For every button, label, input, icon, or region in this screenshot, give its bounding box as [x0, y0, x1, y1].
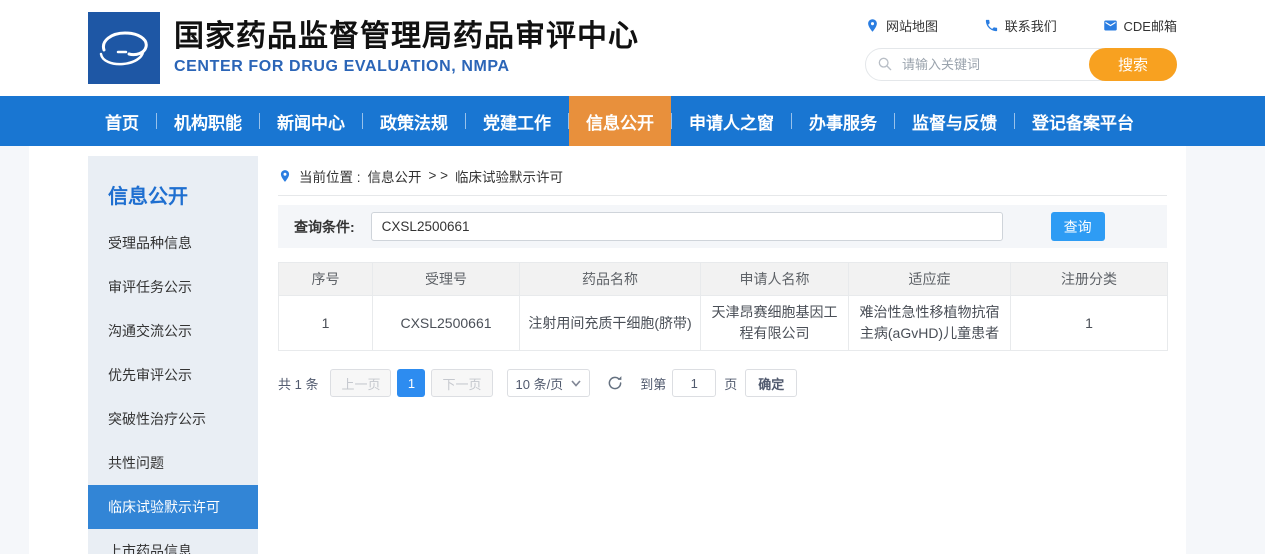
sidebar-item-marketed-drugs[interactable]: 上市药品信息: [88, 529, 258, 554]
sidebar: 信息公开 受理品种信息 审评任务公示 沟通交流公示 优先审评公示 突破性治疗公示…: [88, 156, 258, 554]
nav-item-supervision-feedback[interactable]: 监督与反馈: [895, 96, 1014, 146]
results-table: 序号 受理号 药品名称 申请人名称 适应症 注册分类 1 CXSL2500661…: [278, 262, 1168, 351]
breadcrumb-current: 临床试验默示许可: [455, 166, 563, 186]
chevron-down-icon: [571, 380, 581, 387]
page-number-button[interactable]: 1: [397, 369, 425, 397]
goto-page-label: 到第: [640, 374, 666, 393]
refresh-icon[interactable]: [606, 374, 624, 392]
location-pin-icon: [278, 169, 292, 183]
cell-indication: 难治性急性移植物抗宿主病(aGvHD)儿童患者: [849, 296, 1011, 351]
main-content: 当前位置 : 信息公开 > > 临床试验默示许可 查询条件: 查询 序号 受理号…: [278, 156, 1167, 554]
sidebar-item-review-tasks[interactable]: 审评任务公示: [88, 265, 258, 309]
nav-item-organization[interactable]: 机构职能: [157, 96, 259, 146]
query-label: 查询条件:: [294, 217, 355, 237]
search-icon: [877, 56, 893, 72]
cell-registration-class: 1: [1011, 296, 1168, 351]
header-search-button[interactable]: 搜索: [1089, 48, 1177, 81]
site-title: 国家药品监督管理局药品审评中心: [174, 20, 639, 55]
sitemap-link-label: 网站地图: [886, 16, 938, 35]
quick-links: 网站地图 联系我们 CDE邮箱: [865, 16, 1177, 35]
phone-icon: [984, 18, 999, 33]
col-header-acceptance-no: 受理号: [373, 263, 520, 296]
sitemap-link[interactable]: 网站地图: [865, 16, 938, 35]
cell-acceptance-no: CXSL2500661: [373, 296, 520, 351]
contact-link-label: 联系我们: [1005, 16, 1057, 35]
page-size-select[interactable]: 10 条/页: [507, 369, 591, 397]
col-header-registration-class: 注册分类: [1011, 263, 1168, 296]
page-body: 信息公开 受理品种信息 审评任务公示 沟通交流公示 优先审评公示 突破性治疗公示…: [0, 146, 1265, 554]
cde-logo: [88, 12, 160, 84]
cde-mail-link[interactable]: CDE邮箱: [1103, 16, 1177, 35]
site-header: 国家药品监督管理局药品审评中心 CENTER FOR DRUG EVALUATI…: [0, 0, 1265, 96]
header-right: 网站地图 联系我们 CDE邮箱 搜索: [865, 16, 1177, 81]
brand: 国家药品监督管理局药品审评中心 CENTER FOR DRUG EVALUATI…: [88, 12, 639, 84]
nav-item-services[interactable]: 办事服务: [792, 96, 894, 146]
nav-item-applicant-window[interactable]: 申请人之窗: [672, 96, 791, 146]
sidebar-item-accepted-products[interactable]: 受理品种信息: [88, 221, 258, 265]
breadcrumb: 当前位置 : 信息公开 > > 临床试验默示许可: [278, 156, 1167, 196]
site-subtitle: CENTER FOR DRUG EVALUATION, NMPA: [174, 58, 639, 76]
brand-text: 国家药品监督管理局药品审评中心 CENTER FOR DRUG EVALUATI…: [174, 20, 639, 76]
prev-page-button[interactable]: 上一页: [330, 369, 391, 397]
content-wrap: 信息公开 受理品种信息 审评任务公示 沟通交流公示 优先审评公示 突破性治疗公示…: [29, 146, 1186, 554]
table-row: 1 CXSL2500661 注射用间充质干细胞(脐带) 天津昂赛细胞基因工程有限…: [279, 296, 1168, 351]
pagination: 共 1 条 上一页 1 下一页 10 条/页 到第 页 确定: [278, 369, 1167, 397]
col-header-indication: 适应症: [849, 263, 1011, 296]
sidebar-item-breakthrough-therapy[interactable]: 突破性治疗公示: [88, 397, 258, 441]
sidebar-item-clinical-trial-implied-license[interactable]: 临床试验默示许可: [88, 485, 258, 529]
sidebar-item-common-issues[interactable]: 共性问题: [88, 441, 258, 485]
query-button[interactable]: 查询: [1051, 212, 1105, 241]
page-size-value: 10 条/页: [516, 374, 564, 393]
nav-item-home[interactable]: 首页: [88, 96, 156, 146]
goto-page-suffix: 页: [724, 374, 737, 393]
table-header-row: 序号 受理号 药品名称 申请人名称 适应症 注册分类: [279, 263, 1168, 296]
col-header-seq: 序号: [279, 263, 373, 296]
sidebar-item-priority-review[interactable]: 优先审评公示: [88, 353, 258, 397]
nav-item-info-disclosure[interactable]: 信息公开: [569, 96, 671, 146]
location-pin-icon: [865, 18, 880, 33]
breadcrumb-separator: > >: [429, 168, 449, 183]
col-header-applicant: 申请人名称: [701, 263, 849, 296]
nav-item-policies[interactable]: 政策法规: [363, 96, 465, 146]
breadcrumb-section[interactable]: 信息公开: [368, 166, 422, 186]
nav-item-party-building[interactable]: 党建工作: [466, 96, 568, 146]
nav-item-registration-platform[interactable]: 登记备案平台: [1015, 96, 1151, 146]
cde-mail-link-label: CDE邮箱: [1124, 16, 1177, 35]
goto-confirm-button[interactable]: 确定: [745, 369, 797, 397]
main-nav: 首页 机构职能 新闻中心 政策法规 党建工作 信息公开 申请人之窗 办事服务 监…: [0, 96, 1265, 146]
sidebar-title: 信息公开: [88, 156, 258, 221]
query-panel: 查询条件: 查询: [278, 205, 1167, 248]
sidebar-item-communication[interactable]: 沟通交流公示: [88, 309, 258, 353]
col-header-drug-name: 药品名称: [520, 263, 701, 296]
next-page-button[interactable]: 下一页: [431, 369, 492, 397]
breadcrumb-label: 当前位置 :: [299, 166, 361, 186]
cell-drug-name: 注射用间充质干细胞(脐带): [520, 296, 701, 351]
envelope-icon: [1103, 18, 1118, 33]
nav-item-news[interactable]: 新闻中心: [260, 96, 362, 146]
pagination-total: 共 1 条: [278, 374, 318, 393]
header-search-bar: 搜索: [865, 48, 1177, 81]
query-input[interactable]: [371, 212, 1003, 241]
contact-link[interactable]: 联系我们: [984, 16, 1057, 35]
cell-applicant: 天津昂赛细胞基因工程有限公司: [701, 296, 849, 351]
cell-seq: 1: [279, 296, 373, 351]
goto-page-input[interactable]: [672, 369, 716, 397]
